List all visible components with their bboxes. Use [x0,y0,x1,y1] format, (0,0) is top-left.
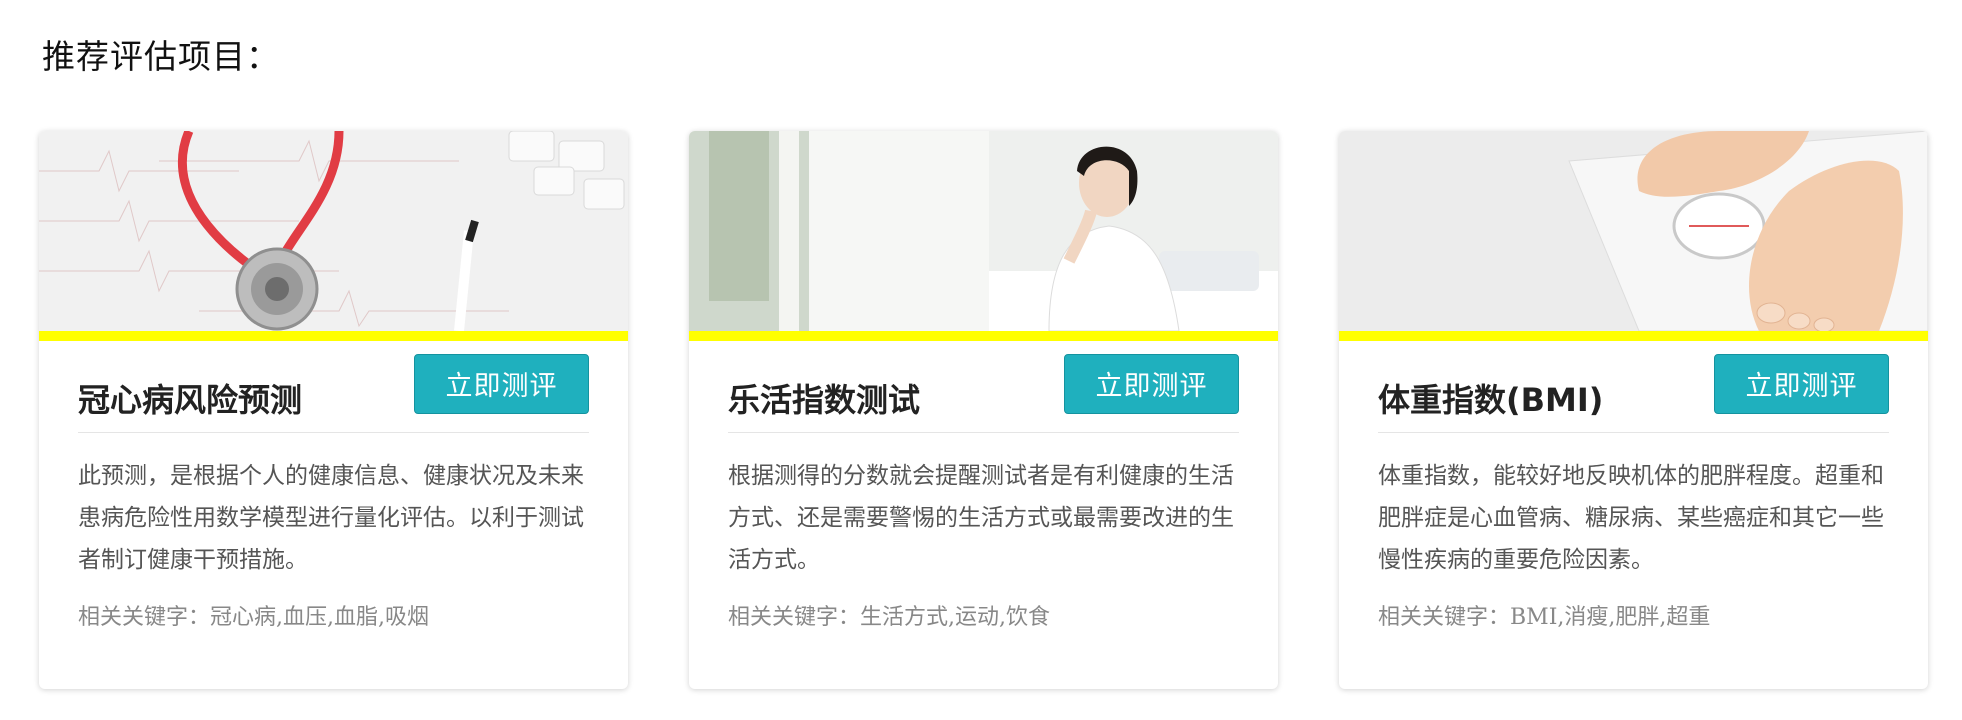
card-list: 冠心病风险预测 立即测评 此预测，是根据个人的健康信息、健康状况及未来患病危险性… [39,131,1928,689]
card-description: 体重指数，能较好地反映机体的肥胖程度。超重和肥胖症是心血管病、糖尿病、某些癌症和… [1378,463,1884,573]
evaluate-button[interactable]: 立即测评 [414,353,589,414]
assessment-card-chd[interactable]: 冠心病风险预测 立即测评 此预测，是根据个人的健康信息、健康状况及未来患病危险性… [39,131,628,689]
card-header: 冠心病风险预测 立即测评 [78,353,589,433]
assessment-card-lohas[interactable]: 乐活指数测试 立即测评 根据测得的分数就会提醒测试者是有利健康的生活方式、还是需… [689,131,1278,689]
card-body: 冠心病风险预测 立即测评 此预测，是根据个人的健康信息、健康状况及未来患病危险性… [39,341,628,631]
card-body: 体重指数(BMI) 立即测评 体重指数，能较好地反映机体的肥胖程度。超重和肥胖症… [1339,341,1928,631]
feet-on-scale-image[interactable] [1339,131,1928,331]
card-description: 根据测得的分数就会提醒测试者是有利健康的生活方式、还是需要警惕的生活方式或最需要… [728,463,1234,573]
accent-bar [1339,331,1928,341]
stethoscope-ecg-image[interactable] [39,131,628,331]
card-header: 乐活指数测试 立即测评 [728,353,1239,433]
section-title: 推荐评估项目： [42,37,280,76]
evaluate-button[interactable]: 立即测评 [1064,353,1239,414]
page: 推荐评估项目： 冠心病风险预测 立即测评 此预测，是根据个人的健康信息、健康状况… [0,0,1962,720]
accent-bar [39,331,628,341]
card-title[interactable]: 冠心病风险预测 [78,361,302,421]
evaluate-button[interactable]: 立即测评 [1714,353,1889,414]
card-title[interactable]: 乐活指数测试 [728,361,920,421]
relaxed-woman-image[interactable] [689,131,1278,331]
card-description: 此预测，是根据个人的健康信息、健康状况及未来患病危险性用数学模型进行量化评估。以… [78,463,584,573]
card-body: 乐活指数测试 立即测评 根据测得的分数就会提醒测试者是有利健康的生活方式、还是需… [689,341,1278,631]
card-keywords: 相关关键字：冠心病,血压,血脂,吸烟 [78,605,429,630]
card-keywords: 相关关键字：生活方式,运动,饮食 [728,605,1050,630]
card-header: 体重指数(BMI) 立即测评 [1378,353,1889,433]
card-title[interactable]: 体重指数(BMI) [1378,361,1603,421]
accent-bar [689,331,1278,341]
card-keywords: 相关关键字：BMI,消瘦,肥胖,超重 [1378,605,1711,630]
assessment-card-bmi[interactable]: 体重指数(BMI) 立即测评 体重指数，能较好地反映机体的肥胖程度。超重和肥胖症… [1339,131,1928,689]
